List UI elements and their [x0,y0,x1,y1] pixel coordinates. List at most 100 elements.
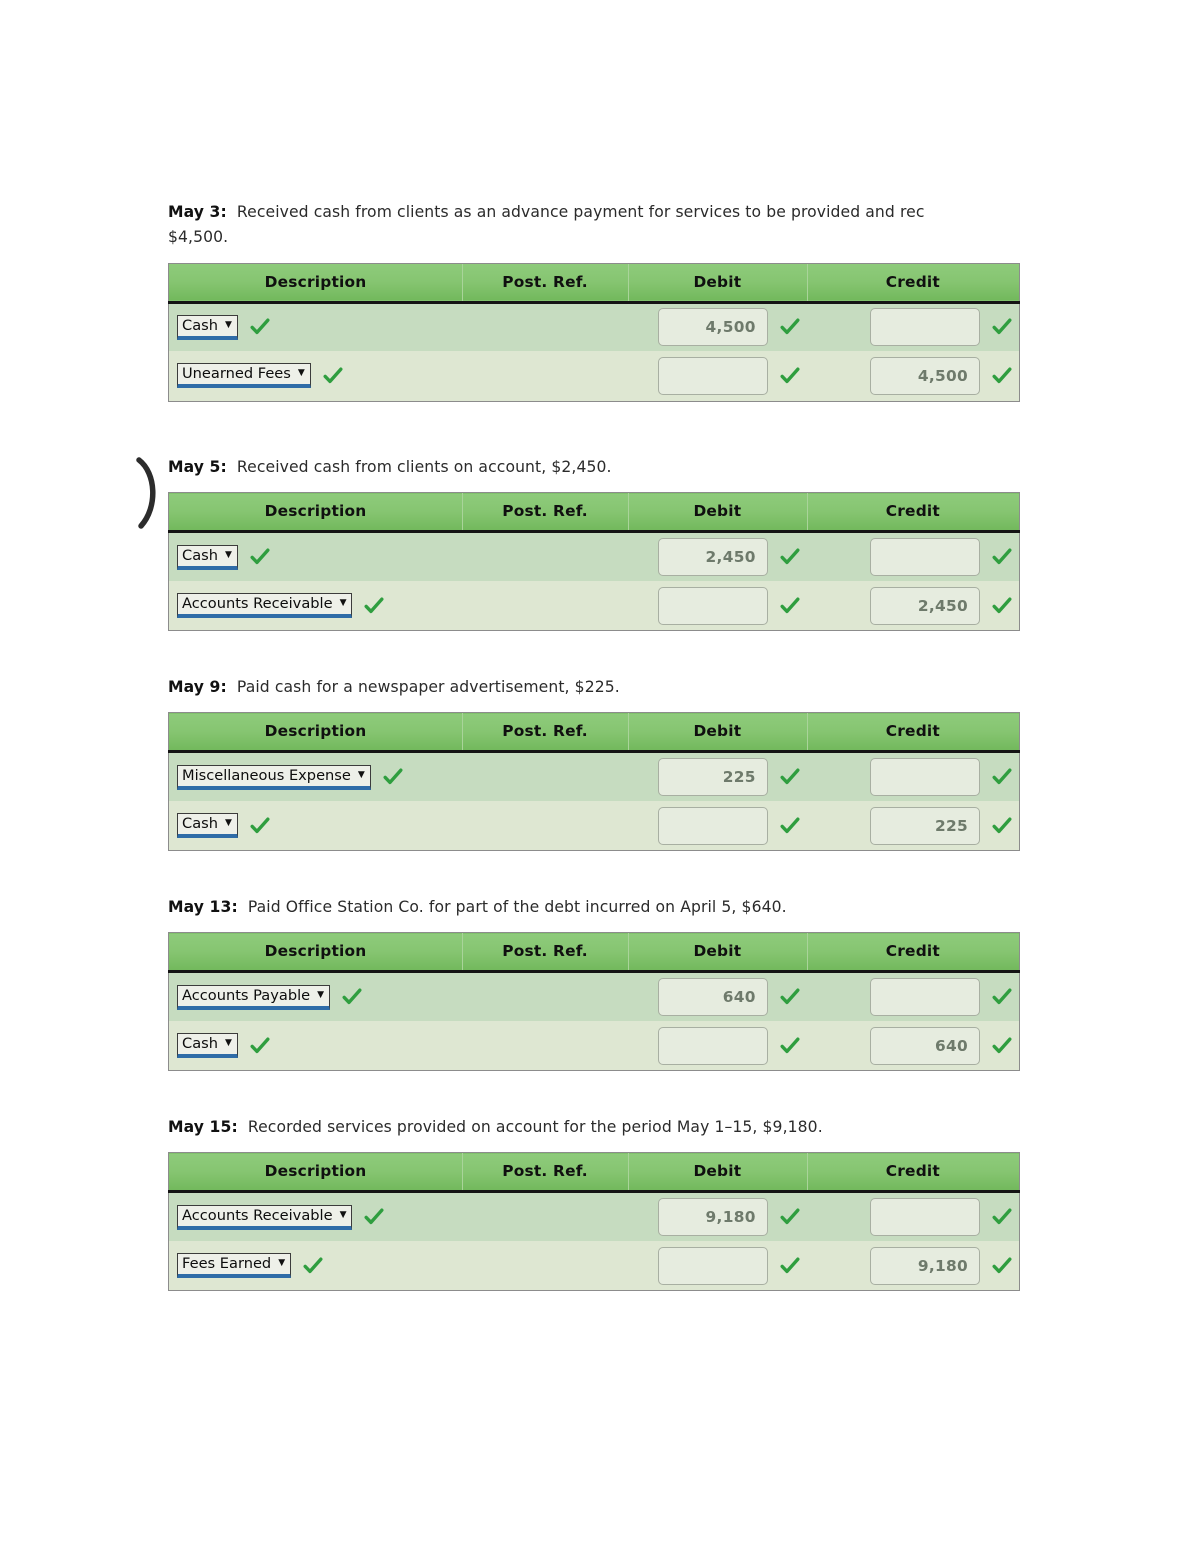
column-header-debit: Debit [628,492,807,534]
journal-entry-may-15: May 15: Recorded services provided on ac… [168,1115,1020,1292]
check-icon [302,1255,324,1277]
account-select[interactable]: Fees Earned ▼ [177,1253,292,1278]
cell-credit [806,531,1020,581]
table-header-row: Description Post. Ref. Debit Credit [168,1152,1020,1194]
column-header-credit: Credit [806,262,1020,304]
account-select-label: Unearned Fees [182,365,291,383]
cell-credit: 9,180 [806,1240,1020,1291]
account-select[interactable]: Miscellaneous Expense ▼ [177,764,371,790]
journal-entry-may-3: May 3: Received cash from clients as an … [168,200,1020,402]
debit-input[interactable]: 9,180 [657,1198,768,1236]
cell-debit: 225 [628,751,807,801]
account-select[interactable]: Cash ▼ [177,544,238,570]
debit-input[interactable]: 225 [657,758,768,796]
check-icon [991,1035,1013,1057]
credit-input[interactable]: 2,450 [870,586,980,625]
cell-description: Cash ▼ [168,1020,463,1071]
check-icon [322,365,344,387]
check-icon [363,1206,385,1228]
credit-input[interactable]: 4,500 [870,356,980,395]
journal-entry-may-13: May 13: Paid Office Station Co. for part… [168,895,1020,1072]
entry-prompt: May 3: Received cash from clients as an … [168,200,1020,251]
account-select[interactable]: Accounts Receivable ▼ [177,1204,353,1230]
table-header-row: Description Post. Ref. Debit Credit [168,262,1020,304]
check-icon [991,766,1013,788]
journal-table: Description Post. Ref. Debit Credit Acco… [168,1152,1020,1292]
chevron-down-icon: ▼ [225,549,232,560]
check-icon [779,766,801,788]
debit-input[interactable]: 640 [657,978,768,1016]
journal-row-2: Cash ▼ [168,800,1020,851]
table-body: Cash ▼ 4,500 Unearned Fees ▼ 4,500 [168,302,1020,401]
check-icon [779,365,801,387]
cell-credit: 640 [806,1020,1020,1071]
column-header-description: Description [168,492,463,534]
journal-entry-may-9: May 9: Paid cash for a newspaper adverti… [168,675,1020,852]
cell-description: Accounts Payable ▼ [168,971,463,1021]
debit-input[interactable] [657,1026,768,1065]
account-select[interactable]: Cash ▼ [177,314,238,340]
check-icon [249,815,271,837]
column-header-description: Description [168,932,463,974]
check-icon [779,1035,801,1057]
debit-input[interactable] [657,356,768,395]
chevron-down-icon: ▼ [278,1258,286,1268]
cell-post-ref [462,971,629,1021]
credit-input[interactable] [870,978,980,1016]
cell-post-ref [462,1020,629,1071]
credit-input[interactable]: 225 [870,806,980,845]
cell-post-ref [462,751,629,801]
credit-input[interactable] [870,538,980,576]
cell-credit: 225 [806,800,1020,851]
journal-table: Description Post. Ref. Debit Credit Cash… [168,262,1020,402]
journal-row-2: Accounts Receivable ▼ 2,450 [168,580,1020,631]
check-icon [249,546,271,568]
table-body: Accounts Receivable ▼ 9,180 Fees Earned … [168,1191,1020,1291]
account-select-label: Cash [182,316,218,334]
debit-input[interactable] [657,1246,768,1285]
cell-debit [628,1020,807,1071]
account-select[interactable]: Cash ▼ [177,1033,238,1058]
column-header-description: Description [168,262,463,304]
credit-input[interactable] [870,1198,980,1236]
debit-input[interactable]: 4,500 [657,308,768,347]
entry-description: Received cash from clients as an advance… [231,203,925,221]
table-body: Miscellaneous Expense ▼ 225 Cash ▼ 225 [168,751,1020,851]
check-icon [779,815,801,837]
chevron-down-icon: ▼ [225,818,232,828]
account-select[interactable]: Accounts Payable ▼ [177,984,331,1010]
cell-debit: 640 [628,971,807,1021]
column-header-debit: Debit [628,1152,807,1194]
column-header-debit: Debit [628,712,807,754]
entry-prompt: May 15: Recorded services provided on ac… [168,1115,1020,1140]
journal-row-1: Miscellaneous Expense ▼ 225 [168,751,1020,801]
entry-description: Paid Office Station Co. for part of the … [242,898,787,916]
table-header-row: Description Post. Ref. Debit Credit [168,712,1020,754]
debit-input[interactable]: 2,450 [657,538,768,576]
chevron-down-icon: ▼ [225,319,232,330]
chevron-down-icon: ▼ [357,769,365,780]
account-select-label: Accounts Receivable [182,595,333,613]
check-icon [991,546,1013,568]
credit-input[interactable]: 640 [870,1026,980,1065]
check-icon [249,1035,271,1057]
check-icon [779,1206,801,1228]
account-select[interactable]: Cash ▼ [177,813,238,838]
check-icon [991,815,1013,837]
entry-date-label: May 13: [168,898,238,916]
cell-description: Fees Earned ▼ [168,1240,463,1291]
entry-description: Received cash from clients on account, $… [231,458,612,476]
credit-input[interactable]: 9,180 [870,1246,980,1285]
account-select[interactable]: Unearned Fees ▼ [177,363,311,389]
entry-description-line2: $4,500. [168,228,229,247]
credit-input[interactable] [870,308,980,347]
cell-post-ref [462,1191,629,1241]
account-select[interactable]: Accounts Receivable ▼ [177,593,353,618]
chevron-down-icon: ▼ [225,1038,232,1048]
debit-input[interactable] [657,586,768,625]
debit-input[interactable] [657,806,768,845]
cell-debit: 2,450 [628,531,807,581]
cell-credit [806,302,1020,351]
credit-input[interactable] [870,758,980,796]
journal-row-2: Cash ▼ [168,1020,1020,1071]
